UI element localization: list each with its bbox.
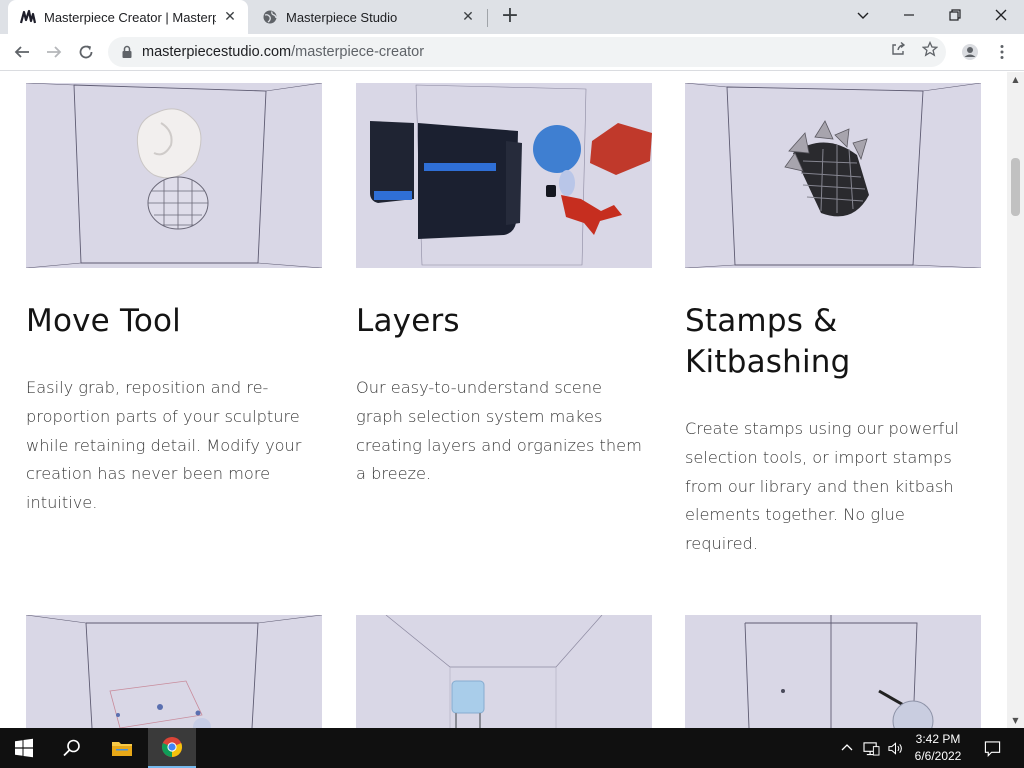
page-viewport: Move Tool Easily grab, reposition and re… [0,72,1007,728]
masterpiece-logo-icon [20,9,36,24]
tab-masterpiece-creator[interactable]: Masterpiece Creator | Masterpiec ✕ [8,0,248,34]
bookmark-star-icon[interactable] [919,38,941,60]
url-path: /masterpiece-creator [291,44,425,60]
folder-icon [112,742,132,756]
volume-icon[interactable] [884,728,906,768]
network-icon[interactable] [860,728,882,768]
restore-button[interactable] [932,0,978,30]
tab-strip: Masterpiece Creator | Masterpiec ✕ Maste… [0,0,1024,34]
chrome-taskbar-button[interactable] [148,728,196,768]
browser-toolbar: masterpiecestudio.com/masterpiece-creato… [0,34,1024,71]
url-domain: masterpiecestudio.com [142,44,292,60]
stamps-kitbashing-heading: Stamps & Kitbashing [685,303,851,380]
scroll-up-arrow-icon[interactable]: ▲ [1011,75,1020,84]
scroll-down-arrow-icon[interactable]: ▼ [1011,716,1020,725]
stamps-kitbashing-image [685,83,981,268]
share-icon[interactable] [887,38,909,60]
page-scrollbar[interactable]: ▲ ▼ [1007,72,1024,728]
feature-image-4 [26,615,322,728]
layers-heading: Layers [356,303,460,339]
move-tool-image [26,83,322,268]
reload-icon [79,45,93,59]
forward-button[interactable] [40,38,68,66]
tab-masterpiece-studio[interactable]: Masterpiece Studio ✕ [250,0,486,34]
chrome-icon [161,737,183,758]
layers-image [356,83,652,268]
tab-title: Masterpiece Creator | Masterpiec [44,9,216,25]
stamps-kitbashing-description: Create stamps using our powerful selecti… [685,419,960,554]
back-button[interactable] [8,38,36,66]
address-bar[interactable]: masterpiecestudio.com/masterpiece-creato… [108,37,946,67]
tab-search-chevron-icon[interactable] [840,0,886,30]
globe-icon [263,10,277,24]
profile-avatar-icon[interactable] [956,38,984,66]
lock-icon [122,45,132,58]
tab-separator [487,9,488,27]
scrollbar-thumb[interactable] [1011,158,1020,216]
move-tool-description: Easily grab, reposition and re-proportio… [26,378,302,513]
windows-taskbar: 3:42 PM 6/6/2022 [0,728,1024,768]
feature-image-5 [356,615,652,728]
close-tab-icon[interactable]: ✕ [222,9,238,25]
more-menu-icon[interactable] [988,38,1016,66]
move-tool-heading: Move Tool [26,303,181,339]
reload-button[interactable] [72,38,100,66]
clock-date: 6/6/2022 [914,749,962,763]
forward-arrow-icon [47,46,62,58]
notifications-icon[interactable] [978,728,1006,768]
file-explorer-button[interactable] [98,728,146,768]
search-icon [63,739,80,757]
close-window-button[interactable] [978,0,1024,30]
layers-description: Our easy-to-understand scene graph selec… [356,378,642,484]
tab-title: Masterpiece Studio [286,9,398,25]
windows-logo-icon [15,738,33,758]
new-tab-button[interactable]: + [498,5,522,29]
feature-image-6 [685,615,981,728]
back-arrow-icon [14,46,29,58]
clock-time: 3:42 PM [915,732,961,746]
show-hidden-icons-chevron-icon[interactable] [838,728,856,768]
start-button[interactable] [0,728,48,768]
close-tab-icon[interactable]: ✕ [460,9,476,25]
system-clock[interactable]: 3:42 PM 6/6/2022 [905,731,971,765]
minimize-button[interactable] [886,0,932,30]
search-button[interactable] [48,728,96,768]
url-text: masterpiecestudio.com/masterpiece-creato… [142,44,424,60]
